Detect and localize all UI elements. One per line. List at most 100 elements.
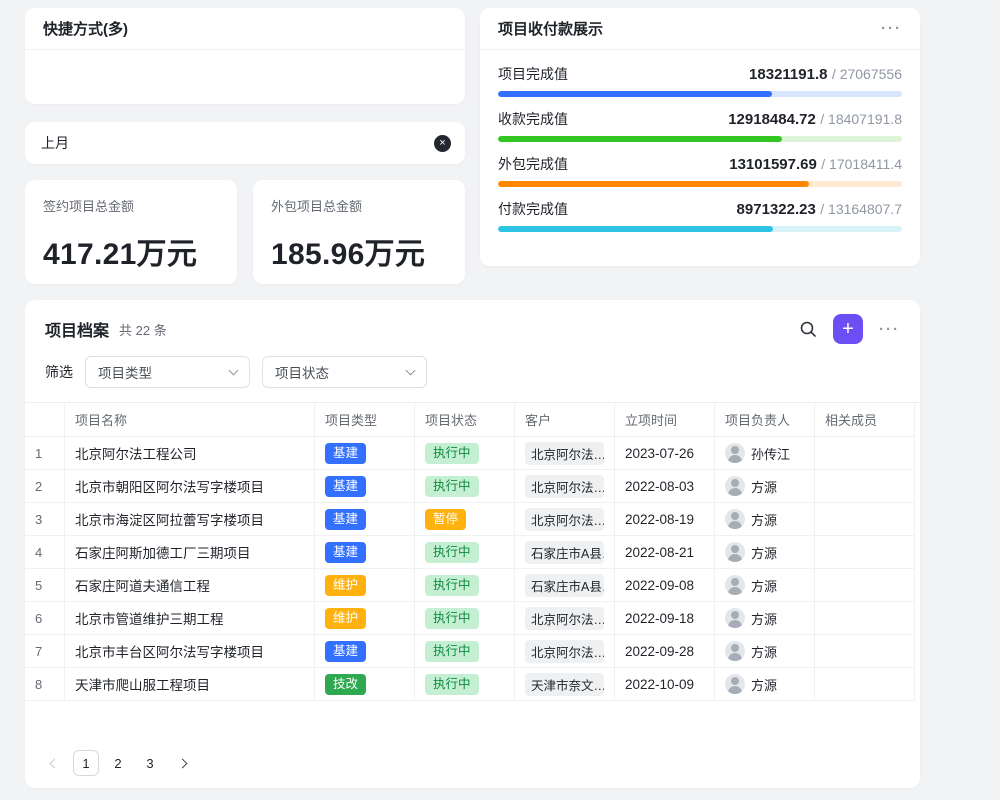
- owner-cell[interactable]: 方源: [715, 569, 815, 602]
- more-dots-icon[interactable]: ···: [881, 21, 902, 36]
- table-row[interactable]: 8 天津市爬山服工程项目 技改 执行中 天津市奈文… 2022-10-09 方源: [25, 668, 920, 701]
- customer-cell[interactable]: 北京阿尔法…: [515, 437, 615, 470]
- project-status-cell[interactable]: 执行中: [415, 437, 515, 470]
- project-type-cell[interactable]: 基建: [315, 536, 415, 569]
- table-row[interactable]: 5 石家庄阿道夫通信工程 维护 执行中 石家庄市A县… 2022-09-08 方…: [25, 569, 920, 602]
- column-header-date[interactable]: 立项时间: [615, 403, 715, 437]
- page-button-3[interactable]: 3: [137, 750, 163, 776]
- filter-project-type-select[interactable]: 项目类型: [85, 356, 250, 388]
- owner-cell[interactable]: 方源: [715, 635, 815, 668]
- date-cell[interactable]: 2022-08-19: [615, 503, 715, 536]
- table-row[interactable]: 4 石家庄阿斯加德工厂三期项目 基建 执行中 石家庄市A县… 2022-08-2…: [25, 536, 920, 569]
- table-header-row: 项目名称 项目类型 项目状态 客户 立项时间 项目负责人 相关成员: [25, 402, 920, 437]
- column-header-members[interactable]: 相关成员: [815, 403, 915, 437]
- customer-cell[interactable]: 石家庄市A县…: [515, 569, 615, 602]
- next-page-icon[interactable]: [169, 750, 195, 776]
- table-row[interactable]: 3 北京市海淀区阿拉蕾写字楼项目 基建 暂停 北京阿尔法… 2022-08-19…: [25, 503, 920, 536]
- project-status-cell[interactable]: 暂停: [415, 503, 515, 536]
- project-status-cell[interactable]: 执行中: [415, 470, 515, 503]
- search-icon[interactable]: [799, 320, 817, 338]
- date-cell[interactable]: 2022-09-18: [615, 602, 715, 635]
- owner-cell[interactable]: 孙传江: [715, 437, 815, 470]
- table-row[interactable]: 6 北京市管道维护三期工程 维护 执行中 北京阿尔法… 2022-09-18 方…: [25, 602, 920, 635]
- progress-label: 收款完成值: [498, 109, 568, 129]
- project-name-cell[interactable]: 石家庄阿道夫通信工程: [65, 569, 315, 602]
- owner-cell[interactable]: 方源: [715, 602, 815, 635]
- date-cell[interactable]: 2022-08-03: [615, 470, 715, 503]
- shortcuts-card: 快捷方式(多): [25, 8, 465, 104]
- progress-row: 收款完成值 12918484.72 / 18407191.8: [498, 109, 902, 142]
- project-status-cell[interactable]: 执行中: [415, 668, 515, 701]
- customer-cell[interactable]: 北京阿尔法…: [515, 602, 615, 635]
- project-type-cell[interactable]: 基建: [315, 503, 415, 536]
- project-type-cell[interactable]: 维护: [315, 602, 415, 635]
- more-dots-icon[interactable]: ···: [879, 322, 900, 337]
- customer-cell[interactable]: 北京阿尔法…: [515, 635, 615, 668]
- customer-cell[interactable]: 北京阿尔法…: [515, 503, 615, 536]
- stat-value: 417.21万元: [43, 229, 219, 273]
- project-type-cell[interactable]: 技改: [315, 668, 415, 701]
- members-cell[interactable]: [815, 668, 915, 701]
- project-name-cell[interactable]: 石家庄阿斯加德工厂三期项目: [65, 536, 315, 569]
- project-status-cell[interactable]: 执行中: [415, 569, 515, 602]
- date-cell[interactable]: 2022-08-21: [615, 536, 715, 569]
- owner-cell[interactable]: 方源: [715, 668, 815, 701]
- customer-cell[interactable]: 石家庄市A县…: [515, 536, 615, 569]
- column-header-customer[interactable]: 客户: [515, 403, 615, 437]
- date-cell[interactable]: 2022-09-28: [615, 635, 715, 668]
- project-status-cell[interactable]: 执行中: [415, 536, 515, 569]
- table-title: 项目档案: [45, 317, 109, 341]
- owner-cell[interactable]: 方源: [715, 536, 815, 569]
- customer-cell[interactable]: 天津市奈文…: [515, 668, 615, 701]
- members-cell[interactable]: [815, 569, 915, 602]
- project-status-badge: 执行中: [425, 608, 479, 629]
- date-cell[interactable]: 2023-07-26: [615, 437, 715, 470]
- column-header-status[interactable]: 项目状态: [415, 403, 515, 437]
- members-cell[interactable]: [815, 635, 915, 668]
- month-filter[interactable]: 上月 ×: [25, 122, 465, 164]
- project-status-cell[interactable]: 执行中: [415, 635, 515, 668]
- column-header-owner[interactable]: 项目负责人: [715, 403, 815, 437]
- project-name-cell[interactable]: 北京阿尔法工程公司: [65, 437, 315, 470]
- members-cell[interactable]: [815, 503, 915, 536]
- column-header-type[interactable]: 项目类型: [315, 403, 415, 437]
- project-name-cell[interactable]: 北京市海淀区阿拉蕾写字楼项目: [65, 503, 315, 536]
- progress-total: / 17018411.4: [821, 156, 902, 172]
- avatar: [725, 674, 745, 694]
- project-type-cell[interactable]: 基建: [315, 470, 415, 503]
- prev-page-icon[interactable]: [41, 750, 67, 776]
- project-status-cell[interactable]: 执行中: [415, 602, 515, 635]
- add-record-button[interactable]: +: [833, 314, 863, 344]
- project-name-cell[interactable]: 北京市丰台区阿尔法写字楼项目: [65, 635, 315, 668]
- date-cell[interactable]: 2022-10-09: [615, 668, 715, 701]
- project-type-cell[interactable]: 维护: [315, 569, 415, 602]
- owner-name: 方源: [751, 642, 777, 661]
- project-type-cell[interactable]: 基建: [315, 437, 415, 470]
- close-circle-icon[interactable]: ×: [434, 135, 451, 152]
- stat-value: 185.96万元: [271, 229, 447, 273]
- filter-project-type-value: 项目类型: [98, 362, 152, 382]
- project-status-badge: 执行中: [425, 575, 479, 596]
- project-name-cell[interactable]: 北京市管道维护三期工程: [65, 602, 315, 635]
- owner-cell[interactable]: 方源: [715, 470, 815, 503]
- project-name-cell[interactable]: 天津市爬山服工程项目: [65, 668, 315, 701]
- page-button-2[interactable]: 2: [105, 750, 131, 776]
- table-row[interactable]: 7 北京市丰台区阿尔法写字楼项目 基建 执行中 北京阿尔法… 2022-09-2…: [25, 635, 920, 668]
- customer-cell[interactable]: 北京阿尔法…: [515, 470, 615, 503]
- avatar: [725, 443, 745, 463]
- members-cell[interactable]: [815, 602, 915, 635]
- table-row[interactable]: 2 北京市朝阳区阿尔法写字楼项目 基建 执行中 北京阿尔法… 2022-08-0…: [25, 470, 920, 503]
- filter-project-status-select[interactable]: 项目状态: [262, 356, 427, 388]
- column-header-name[interactable]: 项目名称: [65, 403, 315, 437]
- date-cell[interactable]: 2022-09-08: [615, 569, 715, 602]
- members-cell[interactable]: [815, 536, 915, 569]
- payments-card-header: 项目收付款展示 ···: [480, 8, 920, 50]
- avatar: [725, 509, 745, 529]
- page-button-1[interactable]: 1: [73, 750, 99, 776]
- table-row[interactable]: 1 北京阿尔法工程公司 基建 执行中 北京阿尔法… 2023-07-26 孙传江: [25, 437, 920, 470]
- members-cell[interactable]: [815, 470, 915, 503]
- owner-cell[interactable]: 方源: [715, 503, 815, 536]
- members-cell[interactable]: [815, 437, 915, 470]
- project-name-cell[interactable]: 北京市朝阳区阿尔法写字楼项目: [65, 470, 315, 503]
- project-type-cell[interactable]: 基建: [315, 635, 415, 668]
